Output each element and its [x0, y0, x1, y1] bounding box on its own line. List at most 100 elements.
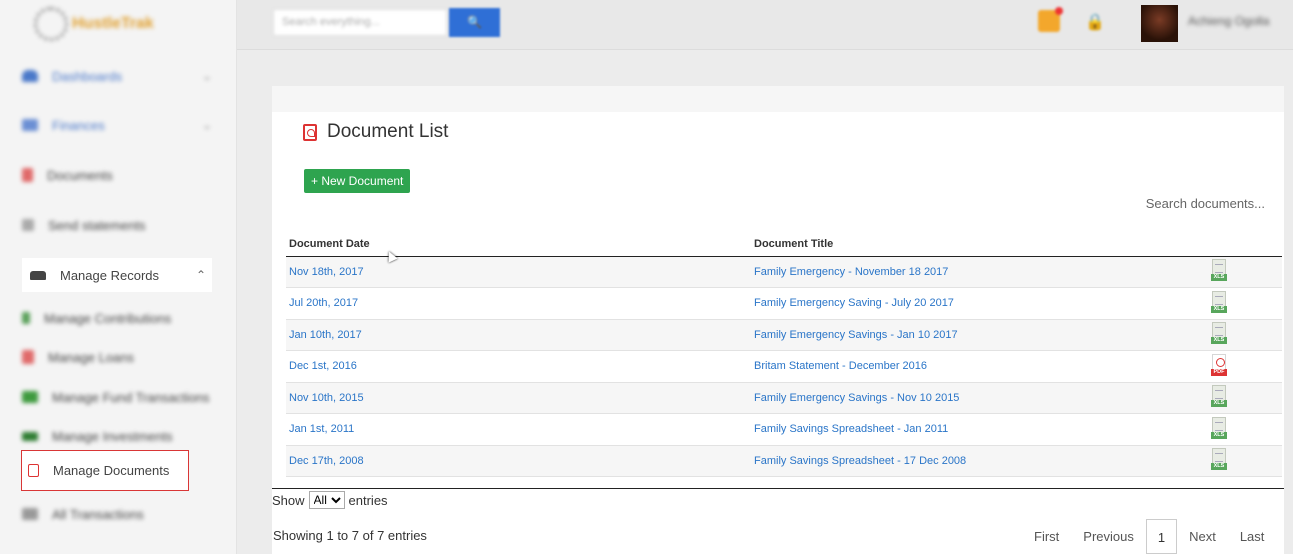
investments-icon: [22, 431, 38, 441]
page-title-text: Document List: [327, 121, 449, 142]
topbar: Search everything... 🔍 🔒 Achieng Ogolla: [237, 0, 1293, 50]
document-title-link[interactable]: Britam Statement - December 2016: [751, 350, 1208, 383]
pagination: First Previous 1 Next Last: [1022, 519, 1276, 554]
sidebar-item-label: Manage Documents: [53, 463, 170, 478]
sidebar-item-manage-investments[interactable]: Manage Investments: [22, 419, 212, 453]
sidebar-item-label: Finances: [52, 117, 105, 133]
sidebar-item-manage-contributions[interactable]: Manage Contributions: [22, 301, 212, 335]
logo-text: HustleTrak: [72, 15, 154, 32]
chevron-down-icon: ⌄: [201, 69, 212, 83]
contributions-icon: [22, 312, 30, 324]
search-button[interactable]: 🔍: [449, 8, 500, 37]
sidebar-item-label: Manage Investments: [52, 428, 173, 444]
table-header-row: Document Date Document Title: [286, 232, 1282, 257]
file-type-cell: XLS: [1208, 445, 1282, 477]
sidebar-item-label: Manage Records: [60, 267, 159, 283]
document-title-link[interactable]: Family Savings Spreadsheet - 17 Dec 2008: [751, 445, 1208, 477]
document-title-link[interactable]: Family Emergency - November 18 2017: [751, 256, 1208, 288]
xls-file-icon[interactable]: XLS: [1211, 290, 1227, 313]
search-documents-input[interactable]: Search documents...: [1146, 196, 1265, 211]
xls-file-icon[interactable]: XLS: [1211, 448, 1227, 471]
xls-file-icon[interactable]: XLS: [1211, 385, 1227, 408]
show-label: Show: [272, 492, 305, 508]
document-date[interactable]: Jul 20th, 2017: [286, 287, 751, 320]
document-title-link[interactable]: Family Emergency Savings - Nov 10 2015: [751, 382, 1208, 414]
document-date[interactable]: Nov 10th, 2015: [286, 382, 751, 414]
document-date[interactable]: Dec 1st, 2016: [286, 350, 751, 383]
file-type-cell: XLS: [1208, 382, 1282, 414]
finances-icon: [22, 119, 38, 131]
sidebar-item-label: Send statements: [48, 217, 146, 233]
send-icon: [22, 219, 34, 231]
column-header-date[interactable]: Document Date: [286, 232, 751, 257]
sidebar-item-documents[interactable]: Documents: [22, 158, 212, 192]
lock-icon[interactable]: 🔒: [1085, 12, 1105, 32]
inbox-icon: [30, 270, 46, 280]
sidebar-item-dashboards[interactable]: Dashboards ⌄: [22, 59, 212, 93]
new-document-button[interactable]: + New Document: [304, 169, 411, 193]
dashboard-icon: [22, 70, 38, 82]
sidebar-item-manage-documents[interactable]: Manage Documents: [21, 450, 189, 491]
sidebar-item-send-statements[interactable]: Send statements: [22, 208, 212, 242]
transactions-icon: [22, 508, 38, 520]
table-row[interactable]: Dec 17th, 2008 Family Savings Spreadsheet…: [286, 445, 1282, 477]
entries-label: entries: [348, 492, 388, 508]
document-date[interactable]: Jan 1st, 2011: [286, 413, 751, 446]
pdf-icon: [303, 123, 317, 141]
file-type-label: XLS: [1211, 305, 1227, 313]
pager-last[interactable]: Last: [1228, 519, 1277, 554]
sidebar-item-label: Manage Contributions: [44, 310, 172, 326]
chevron-up-icon: ⌃: [195, 268, 206, 282]
table-row[interactable]: Nov 10th, 2015 Family Emergency Savings -…: [286, 382, 1282, 414]
document-date[interactable]: Nov 18th, 2017: [286, 256, 751, 288]
document-title-link[interactable]: Family Savings Spreadsheet - Jan 2011: [751, 413, 1208, 446]
file-type-label: PDF: [1211, 368, 1227, 376]
sidebar: HustleTrak Dashboards ⌄ Finances ⌄ Docum…: [0, 0, 237, 554]
file-type-cell: XLS: [1208, 256, 1282, 288]
sidebar-item-all-transactions[interactable]: All Transactions: [22, 497, 212, 531]
xls-file-icon[interactable]: XLS: [1211, 416, 1227, 439]
sidebar-item-label: Manage Loans: [48, 349, 135, 365]
avatar[interactable]: [1141, 5, 1178, 42]
notifications-icon[interactable]: [1038, 7, 1063, 32]
fund-icon: [22, 391, 38, 403]
document-icon: [22, 168, 33, 182]
logo-icon: [34, 7, 68, 41]
app-logo[interactable]: HustleTrak: [34, 4, 184, 44]
loans-icon: [22, 350, 34, 364]
file-type-label: XLS: [1211, 274, 1227, 282]
document-date[interactable]: Dec 17th, 2008: [286, 445, 751, 477]
document-title-link[interactable]: Family Emergency Saving - July 20 2017: [751, 287, 1208, 320]
sidebar-item-manage-records[interactable]: Manage Records ⌃: [22, 258, 212, 292]
page-title: Document List: [303, 121, 448, 143]
pager-next[interactable]: Next: [1177, 519, 1228, 554]
entries-select[interactable]: All: [308, 491, 345, 509]
column-header-title[interactable]: Document Title: [751, 232, 1208, 257]
pager-page-1[interactable]: 1: [1145, 519, 1178, 554]
sidebar-item-finances[interactable]: Finances ⌄: [22, 108, 212, 142]
column-header-file: [1208, 232, 1282, 257]
global-search-input[interactable]: Search everything...: [273, 9, 447, 36]
content-header-strip: [272, 86, 1284, 114]
documents-table: Document Date Document Title Nov 18th, 2…: [286, 232, 1282, 477]
table-row[interactable]: Jan 1st, 2011 Family Savings Spreadsheet …: [286, 413, 1282, 446]
xls-file-icon[interactable]: XLS: [1211, 259, 1227, 282]
table-row[interactable]: Jan 10th, 2017 Family Emergency Savings -…: [286, 319, 1282, 351]
file-type-cell: XLS: [1208, 319, 1282, 351]
document-title-link[interactable]: Family Emergency Savings - Jan 10 2017: [751, 319, 1208, 351]
user-name[interactable]: Achieng Ogolla: [1188, 14, 1269, 28]
table-row[interactable]: Jul 20th, 2017 Family Emergency Saving - …: [286, 287, 1282, 320]
sidebar-item-manage-fund-transactions[interactable]: Manage Fund Transactions: [22, 380, 212, 414]
xls-file-icon[interactable]: XLS: [1211, 322, 1227, 345]
table-row[interactable]: Nov 18th, 2017 Family Emergency - Novembe…: [286, 256, 1282, 288]
pager-previous[interactable]: Previous: [1071, 519, 1146, 554]
pdf-file-icon[interactable]: PDF: [1211, 353, 1227, 376]
file-type-label: XLS: [1211, 431, 1227, 439]
file-type-label: XLS: [1211, 337, 1227, 345]
document-date[interactable]: Jan 10th, 2017: [286, 319, 751, 351]
file-type-label: XLS: [1211, 400, 1227, 408]
sidebar-item-manage-loans[interactable]: Manage Loans: [22, 340, 212, 374]
table-row[interactable]: Dec 1st, 2016 Britam Statement - December…: [286, 350, 1282, 383]
notification-dot: [1055, 7, 1063, 15]
pager-first[interactable]: First: [1022, 519, 1071, 554]
